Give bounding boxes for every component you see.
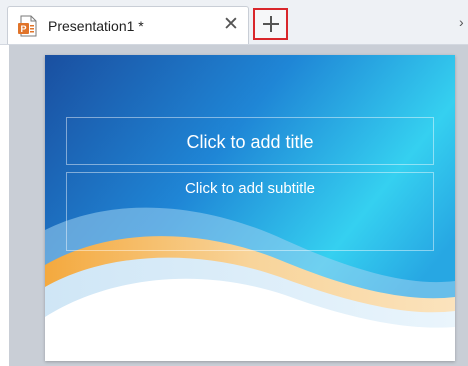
subtitle-placeholder[interactable]: Click to add subtitle bbox=[66, 172, 434, 251]
tab-title: Presentation1 * bbox=[48, 18, 144, 34]
close-tab-button[interactable]: ✕ bbox=[222, 15, 240, 35]
document-tab[interactable]: P Presentation1 * ✕ bbox=[7, 6, 249, 44]
plus-icon bbox=[263, 16, 279, 32]
presentation-file-icon: P bbox=[17, 15, 39, 37]
svg-text:P: P bbox=[20, 24, 26, 34]
slide-workspace: Click to add title Click to add subtitle bbox=[9, 45, 468, 366]
new-tab-button[interactable] bbox=[253, 8, 288, 40]
slide-canvas[interactable]: Click to add title Click to add subtitle bbox=[45, 55, 455, 361]
chevron-right-icon[interactable]: › bbox=[459, 14, 464, 30]
tab-bar: P Presentation1 * ✕ › bbox=[0, 0, 468, 45]
title-placeholder[interactable]: Click to add title bbox=[66, 117, 434, 165]
